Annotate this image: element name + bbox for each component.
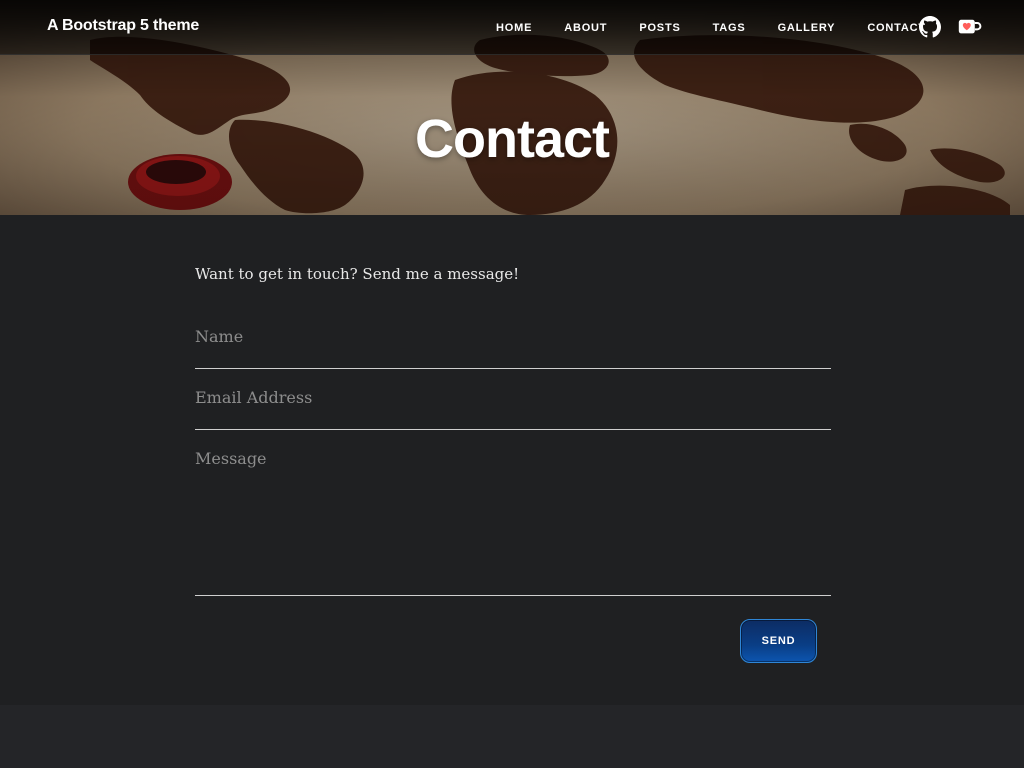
nav-gallery[interactable]: GALLERY [762, 22, 852, 34]
message-field[interactable]: Message [195, 440, 831, 596]
name-field[interactable]: Name [195, 318, 831, 369]
send-button[interactable]: SEND [740, 619, 817, 663]
nav-home[interactable]: HOME [480, 22, 548, 34]
page-title: Contact [415, 109, 610, 169]
intro-text: Want to get in touch? Send me a message! [195, 265, 520, 283]
nav-posts[interactable]: POSTS [623, 22, 696, 34]
kofi-cup-icon[interactable] [958, 15, 982, 39]
top-navbar: A Bootstrap 5 theme HOME ABOUT POSTS TAG… [0, 0, 1024, 55]
name-placeholder: Name [195, 327, 244, 346]
email-placeholder: Email Address [195, 388, 313, 407]
message-placeholder: Message [195, 449, 267, 468]
github-icon[interactable] [918, 15, 942, 39]
footer [0, 705, 1024, 768]
nav-about[interactable]: ABOUT [548, 22, 623, 34]
brand-link[interactable]: A Bootstrap 5 theme [47, 17, 199, 35]
nav-tags[interactable]: TAGS [697, 22, 762, 34]
email-field[interactable]: Email Address [195, 379, 831, 430]
nav-links: HOME ABOUT POSTS TAGS GALLERY CONTACT [480, 0, 942, 55]
